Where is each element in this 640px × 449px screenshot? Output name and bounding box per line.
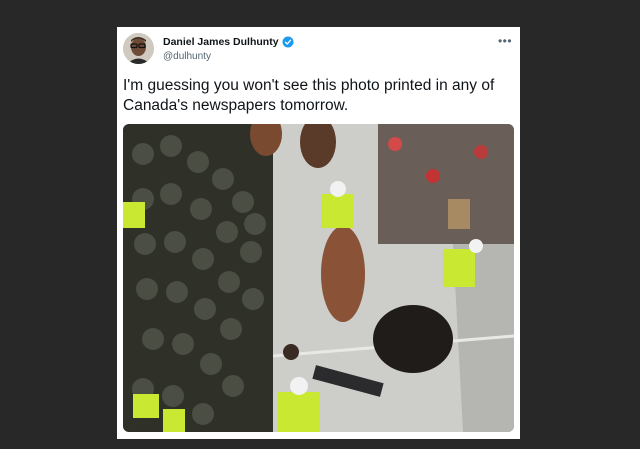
photo-image (123, 124, 514, 432)
author-handle[interactable]: @dulhunty (163, 51, 211, 62)
author-name[interactable]: Daniel James Dulhunty (163, 36, 279, 48)
tweet-text: I'm guessing you won't see this photo pr… (123, 77, 495, 114)
tweet-card[interactable]: Daniel James Dulhunty @dulhunty ••• I'm … (117, 27, 520, 439)
more-options-icon[interactable]: ••• (496, 33, 514, 49)
verified-badge-icon (282, 36, 294, 48)
avatar-image (123, 33, 154, 64)
tweet-photo[interactable] (123, 124, 514, 432)
author-name-row[interactable]: Daniel James Dulhunty (163, 36, 294, 48)
author-avatar[interactable] (123, 33, 154, 64)
